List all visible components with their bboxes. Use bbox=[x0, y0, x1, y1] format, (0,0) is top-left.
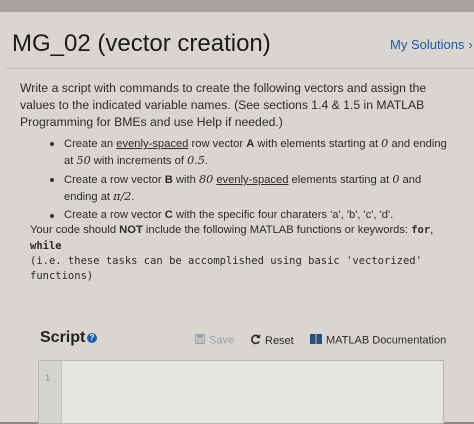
problem-page: MG_02 (vector creation) My Solutions › Wr… bbox=[0, 0, 474, 424]
chevron-right-icon: › bbox=[468, 37, 473, 52]
task-text: row vector bbox=[188, 138, 247, 150]
task-text: Create an bbox=[64, 138, 117, 150]
task-text: . bbox=[131, 190, 135, 203]
task-text: . bbox=[204, 154, 208, 167]
evenly-spaced-link[interactable]: evenly-spaced bbox=[216, 174, 288, 186]
note-text: , bbox=[430, 224, 434, 236]
math-value: π/2 bbox=[113, 189, 132, 203]
save-icon bbox=[195, 334, 205, 347]
math-value: 80 bbox=[198, 173, 214, 186]
task-text: with increments of bbox=[90, 154, 188, 167]
task-text: with bbox=[172, 174, 199, 186]
task-text: with elements starting at bbox=[254, 138, 382, 150]
help-icon[interactable]: ? bbox=[87, 333, 97, 343]
line-number-gutter: 1 bbox=[39, 361, 62, 423]
task-list: Create an evenly-spaced row vector A wit… bbox=[50, 136, 450, 227]
task-item: Create a row vector B with 80 evenly-spa… bbox=[50, 172, 450, 205]
documentation-icon bbox=[310, 334, 322, 347]
save-label: Save bbox=[209, 334, 235, 347]
top-band bbox=[0, 0, 474, 12]
variable-name: C bbox=[164, 209, 173, 221]
reset-icon bbox=[250, 334, 261, 348]
note-code: (i.e. these tasks can be accomplished us… bbox=[30, 255, 422, 282]
task-item: Create a row vector C with the specific … bbox=[50, 208, 450, 224]
code-editor[interactable]: 1 bbox=[38, 360, 444, 424]
note-text: Your code should bbox=[30, 224, 120, 236]
my-solutions-link[interactable]: My Solutions › bbox=[390, 37, 473, 52]
task-text: with the specific four charaters 'a', 'b… bbox=[172, 209, 394, 221]
task-text: Create a row vector bbox=[64, 174, 165, 186]
script-header: Script ? Save Reset MATLAB Documentation bbox=[40, 327, 460, 351]
my-solutions-label: My Solutions bbox=[390, 37, 465, 52]
keyword-for: for bbox=[411, 224, 431, 236]
task-text: Create a row vector bbox=[64, 209, 165, 221]
note-text: include the following MATLAB functions o… bbox=[142, 224, 412, 236]
instructions-text: Write a script with commands to create t… bbox=[20, 81, 427, 129]
page-title: MG_02 (vector creation) bbox=[12, 30, 271, 57]
matlab-documentation-button[interactable]: MATLAB Documentation bbox=[310, 334, 446, 347]
title-divider bbox=[6, 68, 474, 69]
math-value: 50 bbox=[76, 153, 91, 167]
reset-label: Reset bbox=[265, 334, 294, 347]
documentation-label: MATLAB Documentation bbox=[326, 334, 447, 347]
line-number: 1 bbox=[45, 374, 51, 384]
task-item: Create an evenly-spaced row vector A wit… bbox=[50, 136, 450, 169]
script-title: Script bbox=[40, 329, 86, 346]
save-button[interactable]: Save bbox=[195, 334, 234, 347]
task-text: elements starting at bbox=[288, 174, 393, 186]
variable-name: B bbox=[164, 174, 173, 186]
evenly-spaced-link[interactable]: evenly-spaced bbox=[116, 138, 188, 150]
math-value: 0.5 bbox=[187, 153, 205, 167]
note-emphasis: NOT bbox=[119, 224, 143, 236]
restrictions-note: Your code should NOT include the followi… bbox=[30, 223, 450, 284]
reset-button[interactable]: Reset bbox=[250, 334, 294, 348]
keyword-while: while bbox=[30, 239, 62, 252]
